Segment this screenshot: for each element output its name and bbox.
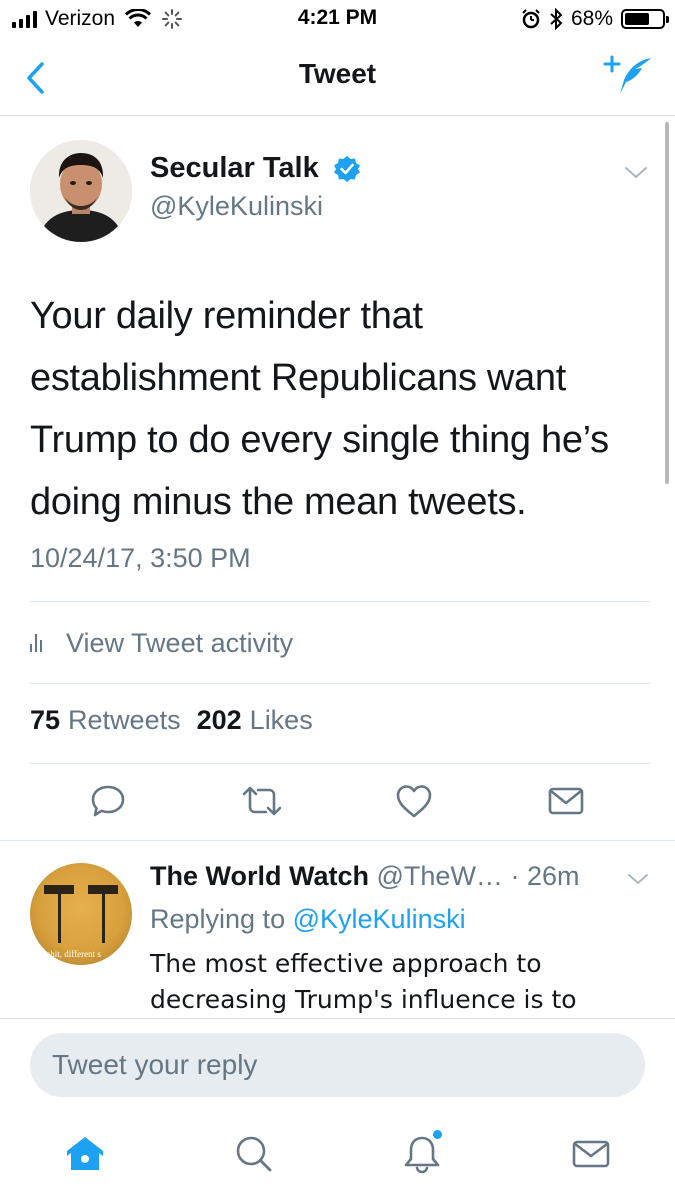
verified-badge-icon [334, 156, 360, 182]
likes-stat[interactable]: 202 Likes [197, 705, 313, 736]
avatar-sign-left [44, 885, 74, 894]
tweet-detail-screen: Verizon 4:21 PM 68% Tweet Secular Talk @… [0, 0, 675, 1200]
retweets-stat[interactable]: 75 Retweets [30, 705, 181, 736]
tweet-timestamp: 10/24/17, 3:50 PM [30, 543, 251, 573]
loading-spinner-icon [162, 9, 183, 29]
reply-text: The most effective approach to decreasin… [150, 949, 577, 1014]
replying-to-mention[interactable]: @KyleKulinski [293, 904, 466, 934]
avatar-portrait [30, 140, 132, 242]
reply-author-name[interactable]: The World Watch [150, 861, 369, 891]
reply-author-handle[interactable]: @TheW… [377, 861, 503, 891]
battery-icon [621, 9, 669, 29]
replying-to-label: Replying to [150, 904, 286, 934]
reply-separator: · [502, 861, 527, 891]
tweet-actions [0, 777, 675, 847]
retweet-icon[interactable] [240, 779, 284, 823]
author-name[interactable]: Secular Talk [150, 152, 319, 185]
reply-composer [0, 1018, 675, 1116]
status-left: Verizon [12, 6, 183, 32]
likes-count: 202 [196, 705, 242, 735]
engagement-stats: 75 Retweets 202 Likes [30, 705, 321, 736]
divider [30, 763, 650, 764]
home-icon[interactable] [63, 1132, 107, 1176]
messages-envelope-icon[interactable] [569, 1132, 613, 1176]
tweet-reply-input[interactable] [30, 1033, 645, 1097]
avatar-caption: ne shit, different s [36, 949, 101, 959]
reply-time: 26m [526, 861, 580, 891]
page-title: Tweet [298, 58, 377, 89]
bluetooth-icon [550, 8, 563, 30]
nav-bar: Tweet [0, 38, 675, 116]
status-bar: Verizon 4:21 PM 68% [0, 0, 675, 38]
notification-dot [433, 1130, 442, 1139]
reply-header: The World Watch @TheW… · 26m [150, 861, 579, 892]
chevron-down-icon[interactable] [626, 871, 650, 887]
avatar-signpost-right [102, 893, 105, 943]
author-avatar[interactable] [30, 140, 132, 242]
chevron-left-icon[interactable] [18, 58, 58, 98]
signal-bars-icon [12, 10, 37, 28]
tweet-text: Your daily reminder that establishment R… [30, 295, 609, 523]
avatar-sign-right [88, 885, 118, 894]
battery-percent: 68% [570, 7, 613, 30]
wifi-icon [125, 9, 152, 27]
tab-bar [0, 1116, 675, 1200]
retweets-label: Retweets [68, 705, 181, 735]
divider [30, 601, 650, 602]
compose-tweet-icon[interactable] [603, 52, 653, 98]
likes-label: Likes [249, 705, 313, 735]
carrier-label: Verizon [45, 7, 116, 30]
retweets-count: 75 [30, 705, 61, 735]
search-icon[interactable] [232, 1132, 276, 1176]
replying-to: Replying to @KyleKulinski [150, 904, 466, 935]
scrollbar[interactable] [665, 122, 669, 484]
tweet-activity-label: View Tweet activity [66, 627, 294, 658]
avatar-signpost-left [58, 893, 61, 943]
direct-message-icon[interactable] [544, 779, 588, 823]
reply-tweet[interactable]: ne shit, different s The World Watch @Th… [0, 840, 675, 1018]
status-right: 68% [521, 6, 669, 32]
author-handle[interactable]: @KyleKulinski [150, 191, 323, 222]
like-heart-icon[interactable] [392, 779, 436, 823]
alarm-icon [522, 9, 540, 29]
divider [30, 683, 650, 684]
battery-fill [625, 13, 650, 25]
analytics-bars-icon [30, 634, 42, 652]
view-tweet-activity[interactable]: View Tweet activity [30, 623, 293, 663]
reply-author-avatar[interactable]: ne shit, different s [30, 863, 132, 965]
chevron-down-icon[interactable] [622, 162, 650, 182]
reply-icon[interactable] [86, 779, 130, 823]
